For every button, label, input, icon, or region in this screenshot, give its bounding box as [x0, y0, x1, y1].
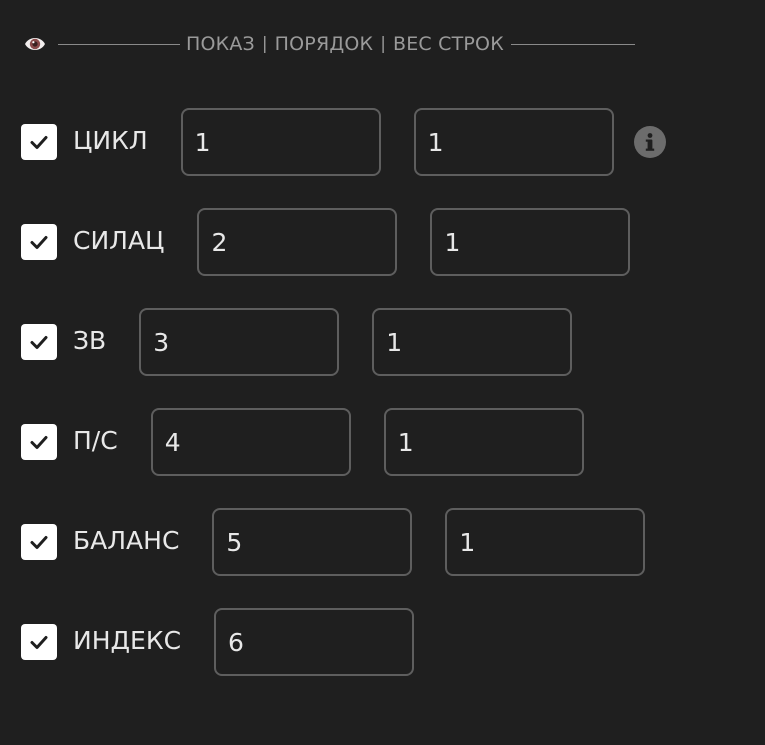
- eye-icon: [24, 33, 46, 55]
- row-label: ЗВ: [73, 325, 107, 355]
- check-icon: [30, 536, 48, 549]
- row-ps: П/С: [21, 408, 584, 476]
- show-checkbox-silats[interactable]: [21, 224, 57, 260]
- header-divider-right: [510, 43, 635, 45]
- show-checkbox-zv[interactable]: [21, 324, 57, 360]
- header-separator: |: [261, 34, 268, 54]
- weight-input[interactable]: [383, 408, 584, 476]
- row-silats: СИЛАЦ: [21, 208, 631, 276]
- show-checkbox-ps[interactable]: [21, 424, 57, 460]
- order-input[interactable]: [197, 208, 398, 276]
- check-icon: [30, 636, 48, 649]
- check-icon: [30, 136, 48, 149]
- row-cycle: ЦИКЛ: [21, 108, 666, 176]
- weight-input[interactable]: [430, 208, 631, 276]
- row-label: БАЛАНС: [73, 525, 180, 555]
- order-input[interactable]: [180, 108, 381, 176]
- row-label: СИЛАЦ: [73, 225, 165, 255]
- order-input[interactable]: [212, 508, 413, 576]
- header-separator: |: [380, 34, 386, 54]
- show-checkbox-balance[interactable]: [21, 524, 57, 560]
- order-input[interactable]: [214, 608, 415, 676]
- header-divider-left: [58, 43, 180, 45]
- header-show: ПОКАЗ: [186, 33, 255, 55]
- row-balance: БАЛАНС: [21, 508, 646, 576]
- order-input[interactable]: [139, 308, 340, 376]
- check-icon: [30, 436, 48, 449]
- order-input[interactable]: [150, 408, 351, 476]
- row-label: ИНДЕКС: [73, 625, 182, 655]
- show-checkbox-index[interactable]: [21, 624, 57, 660]
- check-icon: [30, 236, 48, 249]
- header-row-weight: ВЕС СТРОК: [392, 33, 504, 55]
- show-checkbox-cycle[interactable]: [21, 124, 57, 160]
- weight-input[interactable]: [372, 308, 573, 376]
- section-header: ПОКАЗ | ПОРЯДОК | ВЕС СТРОК: [24, 31, 635, 57]
- info-icon[interactable]: [633, 126, 666, 158]
- row-label: ЦИКЛ: [73, 125, 148, 155]
- weight-input[interactable]: [445, 508, 646, 576]
- row-zv: ЗВ: [21, 308, 573, 376]
- row-label: П/С: [73, 425, 118, 455]
- row-index: ИНДЕКС: [21, 608, 415, 676]
- check-icon: [30, 336, 48, 349]
- weight-input[interactable]: [413, 108, 614, 176]
- header-order: ПОРЯДОК: [274, 33, 374, 55]
